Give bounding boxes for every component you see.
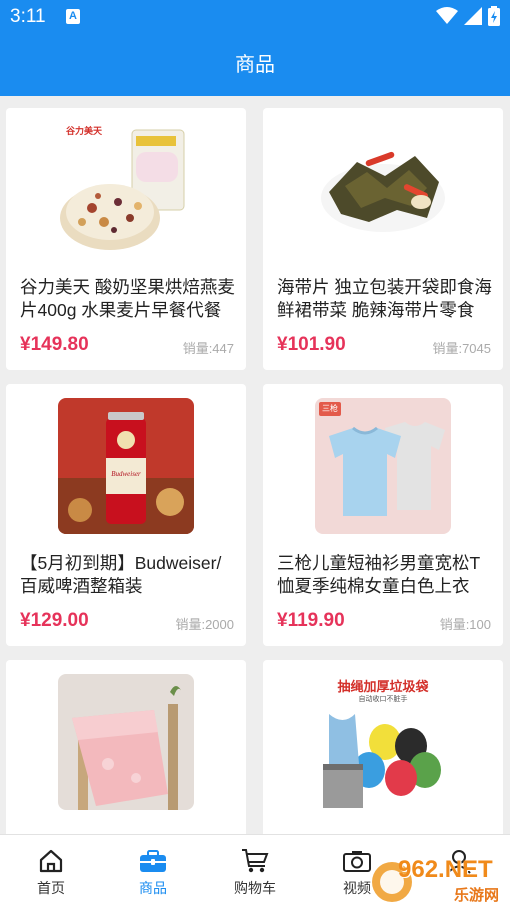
app-bar: 商品 [0, 34, 510, 96]
product-card[interactable]: Budweiser 【5月初到期】Budweiser/百威啤酒整箱装 ¥129.… [6, 384, 246, 646]
cart-icon [242, 849, 269, 873]
status-bar: 3:11 A [0, 0, 510, 34]
briefcase-icon [140, 850, 166, 872]
product-card[interactable] [6, 660, 246, 834]
system-icons [436, 6, 500, 26]
banner-sublabel: 自动收口不脏手 [358, 696, 408, 703]
site-watermark: 962.NET 乐游网 [370, 852, 510, 906]
tab-label: 商品 [139, 880, 167, 896]
watermark-sub-text: 乐游网 [454, 887, 500, 904]
banner-label: 抽绳加厚垃圾袋 [337, 679, 429, 694]
page-title: 商品 [235, 54, 275, 76]
wifi-icon [436, 7, 458, 24]
product-title: 谷力美天 酸奶坚果烘焙燕麦片400g 水果麦片早餐代餐 [20, 277, 235, 320]
product-card[interactable]: 抽绳加厚垃圾袋 自动收口不脏手 [263, 660, 503, 834]
product-image-trashbag: 抽绳加厚垃圾袋 自动收口不脏手 [315, 674, 451, 810]
product-price: ¥119.90 [277, 610, 345, 631]
brand-tag: 三枪 [322, 404, 338, 413]
can-label: Budweiser [111, 470, 141, 478]
product-image-blanket [58, 674, 194, 810]
product-price: ¥101.90 [277, 334, 346, 355]
product-title: 海带片 独立包装开袋即食海鲜裙带菜 脆辣海带片零食 [277, 277, 492, 320]
product-image-oatmeal: 谷力美天 [58, 122, 194, 258]
tab-products[interactable]: 商品 [102, 835, 204, 906]
product-card[interactable]: 三枪 三枪儿童短袖衫男童宽松T恤夏季纯棉女童白色上衣 ¥119.90 销量:10… [263, 384, 503, 646]
status-time: 3:11 [10, 6, 46, 27]
product-card[interactable]: 海带片 独立包装开袋即食海鲜裙带菜 脆辣海带片零食 ¥101.90 销量:704… [263, 108, 503, 370]
product-image-beer: Budweiser [58, 398, 194, 534]
tab-label: 首页 [37, 880, 65, 896]
tab-home[interactable]: 首页 [0, 835, 102, 906]
product-price: ¥149.80 [20, 334, 89, 355]
product-sales: 销量:7045 [432, 341, 491, 356]
camera-icon [343, 851, 371, 872]
product-sales: 销量:100 [439, 617, 491, 632]
product-image-tshirt: 三枪 [315, 398, 451, 534]
tab-cart[interactable]: 购物车 [204, 835, 306, 906]
product-image-kelp [315, 122, 451, 258]
product-price: ¥129.00 [20, 610, 89, 631]
home-icon [39, 849, 63, 873]
product-grid[interactable]: 谷力美天 谷力美天 酸奶坚果烘焙燕麦片400g 水果麦片早餐代餐 ¥149.80… [0, 96, 510, 834]
brand-label: 谷力美天 [66, 126, 103, 136]
notification-badge: A [66, 9, 80, 24]
battery-icon [488, 6, 500, 26]
signal-icon [464, 7, 482, 25]
product-title: 三枪儿童短袖衫男童宽松T恤夏季纯棉女童白色上衣 [277, 553, 481, 596]
watermark-logo-text: 962.NET [398, 856, 493, 883]
tab-label: 购物车 [234, 880, 276, 896]
product-sales: 销量:2000 [175, 617, 234, 632]
product-card[interactable]: 谷力美天 谷力美天 酸奶坚果烘焙燕麦片400g 水果麦片早餐代餐 ¥149.80… [6, 108, 246, 370]
product-title: 【5月初到期】Budweiser/百威啤酒整箱装 [20, 553, 222, 596]
product-sales: 销量:447 [182, 341, 234, 356]
